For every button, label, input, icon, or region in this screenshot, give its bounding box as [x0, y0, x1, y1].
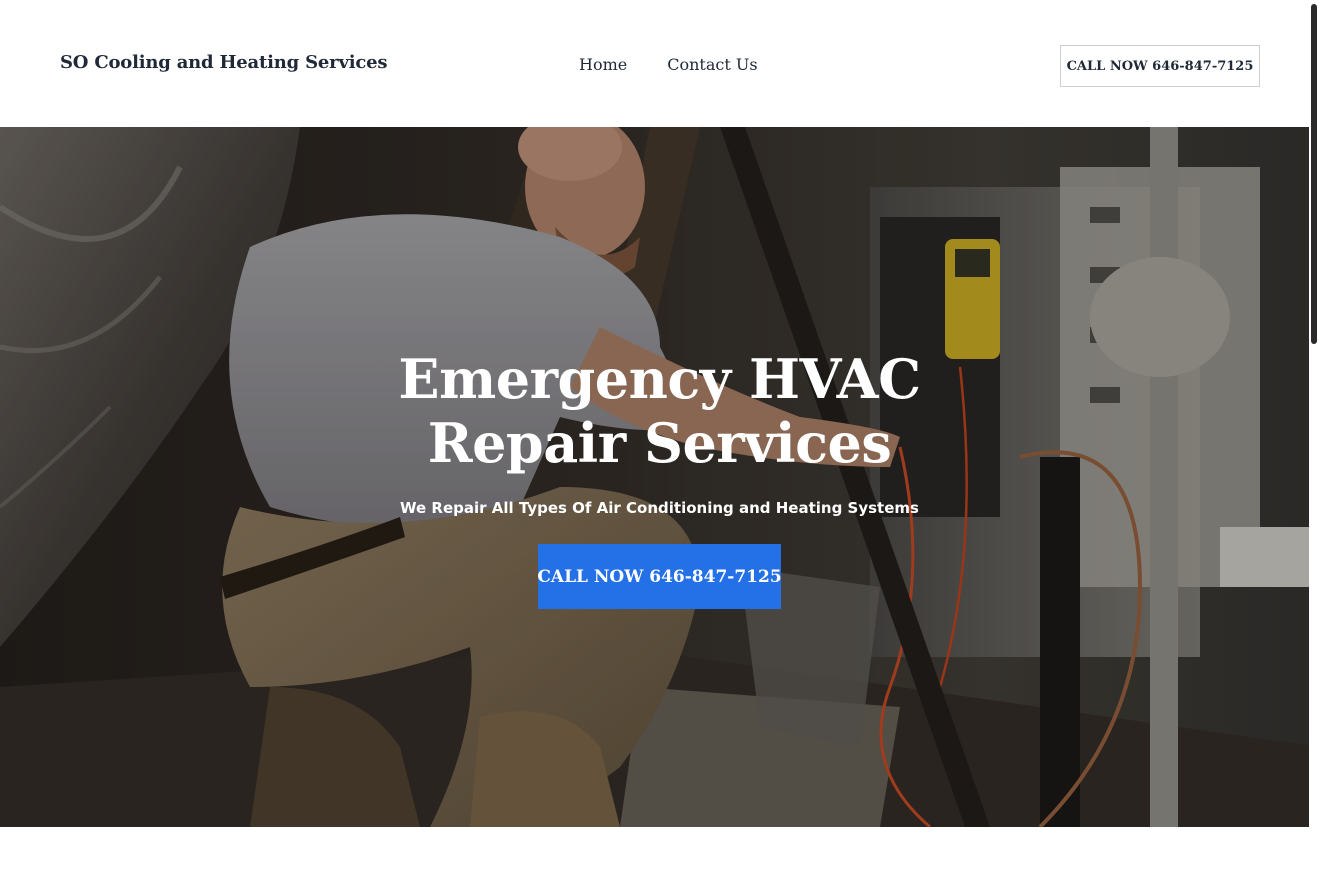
nav-link-contact-us[interactable]: Contact Us	[667, 55, 757, 74]
hero-title-line-2: Repair Services	[427, 411, 892, 475]
page-scrollbar[interactable]	[1309, 0, 1319, 889]
hero-subtitle: We Repair All Types Of Air Conditioning …	[400, 499, 919, 517]
main-nav: Home Contact Us	[579, 55, 758, 74]
site-header: SO Cooling and Heating Services Home Con…	[0, 0, 1309, 127]
hero-section: Emergency HVAC Repair Services We Repair…	[0, 127, 1319, 827]
header-call-now-button[interactable]: CALL NOW 646-847-7125	[1060, 45, 1260, 87]
hero-title: Emergency HVAC Repair Services	[0, 347, 1319, 475]
brand-logo-text[interactable]: SO Cooling and Heating Services	[60, 52, 387, 73]
hero-title-line-1: Emergency HVAC	[398, 347, 921, 411]
page: SO Cooling and Heating Services Home Con…	[0, 0, 1319, 889]
hero-dark-overlay	[0, 127, 1319, 827]
nav-link-home[interactable]: Home	[579, 55, 627, 74]
hero-call-now-button[interactable]: CALL NOW 646-847-7125	[537, 544, 782, 609]
scrollbar-thumb[interactable]	[1311, 4, 1317, 344]
